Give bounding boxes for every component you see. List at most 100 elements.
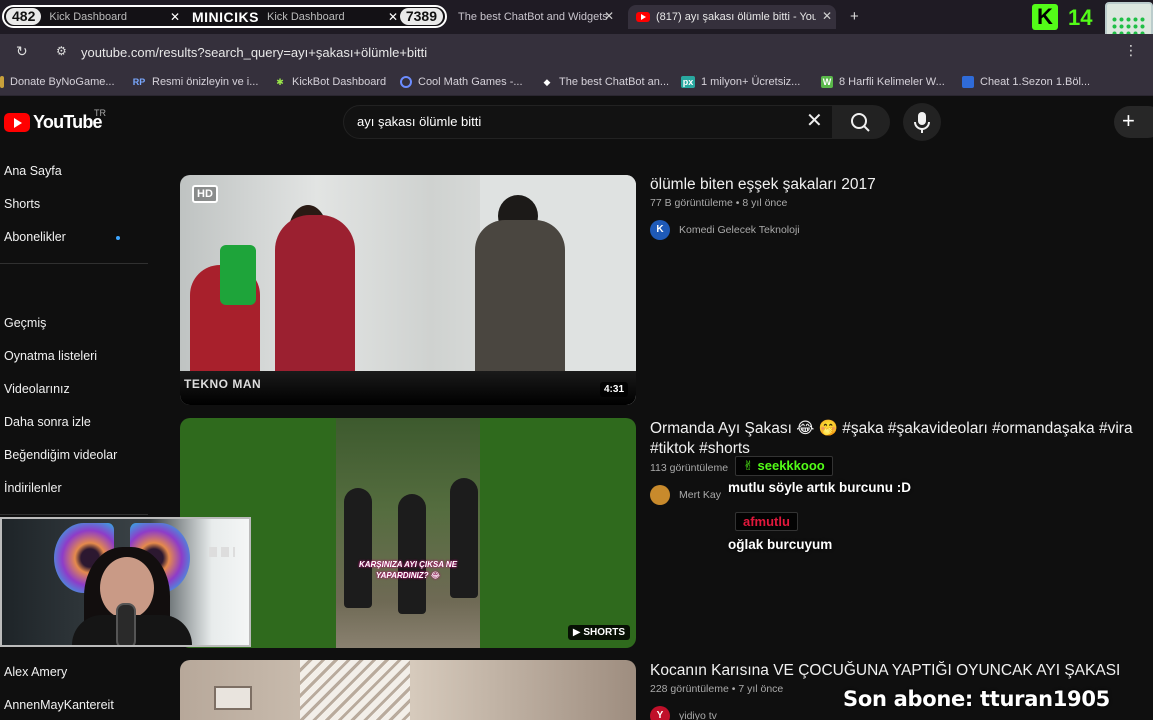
thumbnail-caption: KARŞINIZA AYI ÇIKSA NE YAPARDINIZ? 😂 — [358, 560, 458, 580]
channel-avatar: K — [650, 220, 670, 240]
close-icon[interactable]: ✕ — [822, 9, 832, 23]
channel-link[interactable]: Y yidiyo tv — [650, 706, 717, 720]
channel-avatar: Y — [650, 706, 670, 720]
channel-name: Komedi Gelecek Teknoloji — [679, 224, 800, 236]
clear-search-icon[interactable]: ✕ — [806, 108, 823, 133]
stream-brand: MINICIKS — [192, 8, 259, 25]
sidebar-item-your-videos[interactable]: Videolarınız — [4, 382, 70, 396]
chat-message: oğlak burcuyum — [728, 537, 833, 552]
search-button[interactable] — [832, 105, 890, 139]
search-query: ayı şakası ölümle bitti — [357, 114, 482, 129]
tab-chatbot[interactable]: The best ChatBot and Widgets ✕ — [444, 5, 618, 29]
channel-link[interactable]: Mert Kay — [650, 485, 721, 505]
tab-label: (817) ayı şakası ölümle bitti - YouTube — [656, 11, 816, 23]
sidebar-item-shorts[interactable]: Shorts — [4, 197, 40, 211]
bookmark-item[interactable]: Cheat 1.Sezon 1.Böl... — [962, 76, 1090, 88]
video-title[interactable]: Kocanın Karısına VE ÇOCUĞUNA YAPTIĞI OYU… — [650, 662, 1120, 680]
thumbnail-scene — [344, 488, 372, 608]
last-subscriber-overlay: Son abone: tturan1905 — [843, 687, 1110, 711]
sidebar-item-downloads[interactable]: İndirilenler — [4, 481, 62, 495]
shorts-label: SHORTS — [583, 627, 625, 638]
webcam-scene — [209, 547, 235, 557]
coolmath-icon — [400, 76, 412, 88]
chat-message: mutlu söyle artık burcunu :D — [728, 480, 912, 495]
tab-label: The best ChatBot and Widgets — [458, 11, 608, 23]
chat-username-text: seekkkooo — [757, 458, 825, 473]
channel-link[interactable]: K Komedi Gelecek Teknoloji — [650, 220, 800, 240]
w-icon: W — [821, 76, 833, 88]
px-icon: px — [681, 76, 695, 88]
rp-icon: RP — [132, 77, 146, 87]
video-title-line2[interactable]: #tiktok #shorts — [650, 440, 750, 458]
sidebar-item-watch-later[interactable]: Daha sonra izle — [4, 415, 91, 429]
close-icon[interactable]: ✕ — [170, 10, 180, 24]
sidebar-item-home[interactable]: Ana Sayfa — [4, 164, 62, 178]
kickbot-icon: ✱ — [276, 77, 284, 87]
video-thumbnail[interactable]: TEKNO MAN HD 4:31 — [180, 175, 636, 405]
bookmark-item[interactable]: Donate ByNoGame... — [0, 76, 115, 88]
url-field[interactable]: youtube.com/results?search_query=ayı+şak… — [81, 45, 427, 60]
tab-label: Kick Dashboard — [49, 10, 128, 23]
region-code: TR — [94, 108, 106, 118]
bookmark-item[interactable]: Cool Math Games -... — [400, 76, 523, 88]
sidebar-subscription-item[interactable]: Alex Amery — [4, 665, 67, 679]
sidebar-item-history[interactable]: Geçmiş — [4, 316, 46, 330]
channel-avatar — [650, 485, 670, 505]
close-icon[interactable]: ✕ — [388, 10, 398, 24]
mic-icon — [914, 112, 930, 133]
shorts-badge: ▶ SHORTS — [567, 625, 630, 640]
channel-name: yidiyo tv — [679, 710, 717, 720]
new-tab-button[interactable]: + — [850, 8, 859, 25]
video-meta: 228 görüntüleme • 7 yıl önce — [650, 683, 784, 695]
sidebar-item-liked-videos[interactable]: Beğendiğim videolar — [4, 448, 117, 462]
hd-badge: HD — [192, 185, 218, 203]
bookmark-item[interactable]: ✱ KickBot Dashboard — [274, 76, 386, 88]
new-content-dot — [116, 236, 120, 240]
sidebar-divider — [0, 263, 148, 264]
bookmark-item[interactable]: RP Resmi önizleyin ve i... — [132, 76, 259, 88]
reload-icon[interactable]: ↻ — [16, 43, 28, 60]
bookmark-item[interactable]: px 1 milyon+ Ücretsiz... — [681, 76, 800, 88]
video-meta: 77 B görüntüleme • 8 yıl önce — [650, 197, 788, 209]
thumbnail-scene — [214, 686, 252, 710]
chat-username: afmutlu — [735, 512, 798, 531]
browser-menu-icon[interactable]: ⋮ — [1124, 42, 1138, 59]
webcam-overlay — [0, 517, 251, 647]
thumbnail-scene — [220, 245, 256, 305]
sidebar-item-subscriptions[interactable]: Abonelikler — [4, 230, 66, 244]
chat-username: ✌ seekkkooo — [735, 456, 833, 476]
cheat-icon — [962, 76, 974, 88]
sidebar-item-playlists[interactable]: Oynatma listeleri — [4, 349, 97, 363]
tab-youtube-active[interactable]: (817) ayı şakası ölümle bitti - YouTube … — [628, 5, 836, 29]
youtube-wordmark: YouTube — [33, 112, 103, 132]
bookmark-item[interactable]: ◆ The best ChatBot an... — [541, 76, 670, 88]
microphone-icon — [116, 603, 136, 645]
search-icon — [851, 113, 870, 132]
close-icon[interactable]: ✕ — [604, 9, 614, 23]
thumbnail-scene — [398, 494, 426, 614]
video-title[interactable]: Ormanda Ayı Şakası 😂 🤭 #şaka #şakavideol… — [650, 419, 1153, 438]
plus-icon: + — [1122, 108, 1135, 133]
sidebar-subscription-item[interactable]: AnnenMayKantereit — [4, 698, 114, 712]
left-counter: 482 — [6, 8, 42, 25]
create-button[interactable]: + — [1114, 106, 1153, 138]
bookmark-icon — [0, 76, 4, 88]
channel-name: Mert Kay — [679, 489, 722, 501]
youtube-play-icon — [4, 113, 30, 132]
kick-follower-count: 14 — [1068, 5, 1093, 30]
site-info-icon[interactable]: ⚙ — [56, 44, 67, 58]
voice-search-button[interactable] — [903, 103, 941, 141]
chatbot-icon: ◆ — [543, 77, 551, 87]
video-thumbnail[interactable] — [180, 660, 636, 720]
youtube-favicon-icon — [636, 12, 650, 22]
youtube-logo[interactable]: YouTube TR — [4, 108, 106, 133]
stream-counter-bar: 482 Kick Dashboard ✕ MINICIKS Kick Dashb… — [2, 5, 447, 28]
kick-logo-icon: K — [1032, 4, 1058, 30]
duration-badge: 4:31 — [599, 382, 628, 397]
video-meta: 113 görüntüleme — [650, 462, 729, 474]
video-title[interactable]: ölümle biten eşşek şakaları 2017 — [650, 176, 876, 194]
bookmark-item[interactable]: W8 Harfli Kelimeler W... — [821, 76, 945, 88]
sidebar-divider — [0, 514, 148, 515]
tab-label: Kick Dashboard — [267, 10, 345, 23]
right-counter: 7389 — [399, 8, 443, 25]
